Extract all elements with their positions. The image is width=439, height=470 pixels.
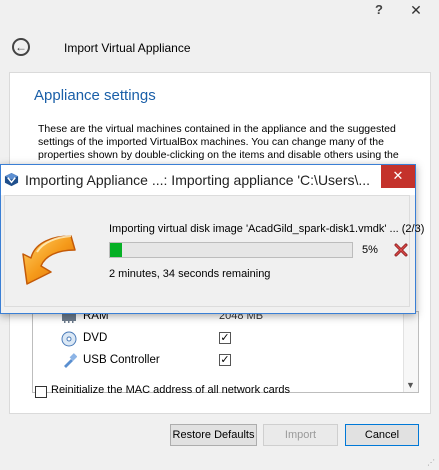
list-item-label: USB Controller [83,354,160,366]
import-button[interactable]: Import [263,424,338,446]
time-remaining: 2 minutes, 34 seconds remaining [109,268,271,280]
wizard-header: ← Import Virtual Appliance [10,34,430,64]
dialog-body: Importing virtual disk image 'AcadGild_s… [4,195,424,307]
scroll-down-icon[interactable]: ▼ [406,380,415,390]
dialog-close-button[interactable]: ✕ [381,165,415,188]
list-item-label: DVD [83,332,108,344]
back-arrow-icon[interactable]: ← [12,38,30,56]
progress-status-text: Importing virtual disk image 'AcadGild_s… [109,223,425,235]
help-button[interactable]: ? [365,0,393,22]
cancel-x-icon[interactable] [394,243,408,257]
mac-reinit-label: Reinitialize the MAC address of all netw… [51,384,291,396]
import-arrow-icon [22,235,76,285]
dvd-icon [61,331,77,347]
dialog-title: Importing Appliance ...: Importing appli… [25,172,371,188]
progress-bar [109,242,353,258]
list-item-dvd[interactable]: DVD ✓ [33,328,403,350]
cancel-button[interactable]: Cancel [345,424,419,446]
progress-bar-fill [110,243,123,257]
import-progress-dialog: Importing Appliance ...: Importing appli… [0,164,424,314]
wizard-title: Import Virtual Appliance [64,41,191,55]
mac-reinit-checkbox[interactable] [35,386,47,398]
window-controls: ? ✕ [365,0,439,22]
section-title: Appliance settings [34,87,156,104]
section-description: These are the virtual machines contained… [38,123,399,161]
virtualbox-icon [4,172,19,187]
list-scrollbar[interactable]: ▼ [403,312,418,392]
dvd-checkbox[interactable]: ✓ [219,332,231,344]
appliance-settings-list[interactable]: RAM 2048 MB DVD ✓ USB Controller ✓ ▼ [32,311,419,393]
dialog-titlebar: Importing Appliance ...: Importing appli… [1,165,415,195]
progress-percent: 5% [362,244,378,256]
usb-checkbox[interactable]: ✓ [219,354,231,366]
usb-icon [64,353,77,368]
restore-defaults-button[interactable]: Restore Defaults [170,424,257,446]
list-item-usb[interactable]: USB Controller ✓ [33,350,403,372]
resize-grip-icon[interactable]: ⋰ [427,458,437,468]
window-close-button[interactable]: ✕ [393,0,439,22]
